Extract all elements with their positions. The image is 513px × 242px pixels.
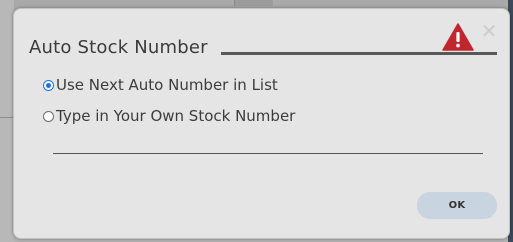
close-icon[interactable]: ✕ (480, 21, 498, 41)
warning-triangle-icon (442, 23, 474, 51)
background-panel-left (0, 0, 14, 242)
background-tab (234, 0, 273, 6)
option-use-next-auto-number[interactable]: Use Next Auto Number in List (43, 76, 278, 94)
dialog-title: Auto Stock Number (29, 37, 208, 58)
option-type-own-stock-number[interactable]: Type in Your Own Stock Number (43, 107, 295, 125)
separator-line (53, 153, 483, 154)
option-label: Use Next Auto Number in List (56, 76, 278, 94)
ok-button[interactable]: OK (417, 192, 497, 219)
title-underline (221, 52, 497, 55)
radio-button-selected[interactable] (43, 79, 54, 91)
background-divider (0, 117, 14, 118)
auto-stock-number-dialog: Auto Stock Number ✕ Use Next Auto Number… (13, 8, 510, 239)
radio-button[interactable] (43, 110, 54, 122)
option-label: Type in Your Own Stock Number (56, 107, 296, 125)
